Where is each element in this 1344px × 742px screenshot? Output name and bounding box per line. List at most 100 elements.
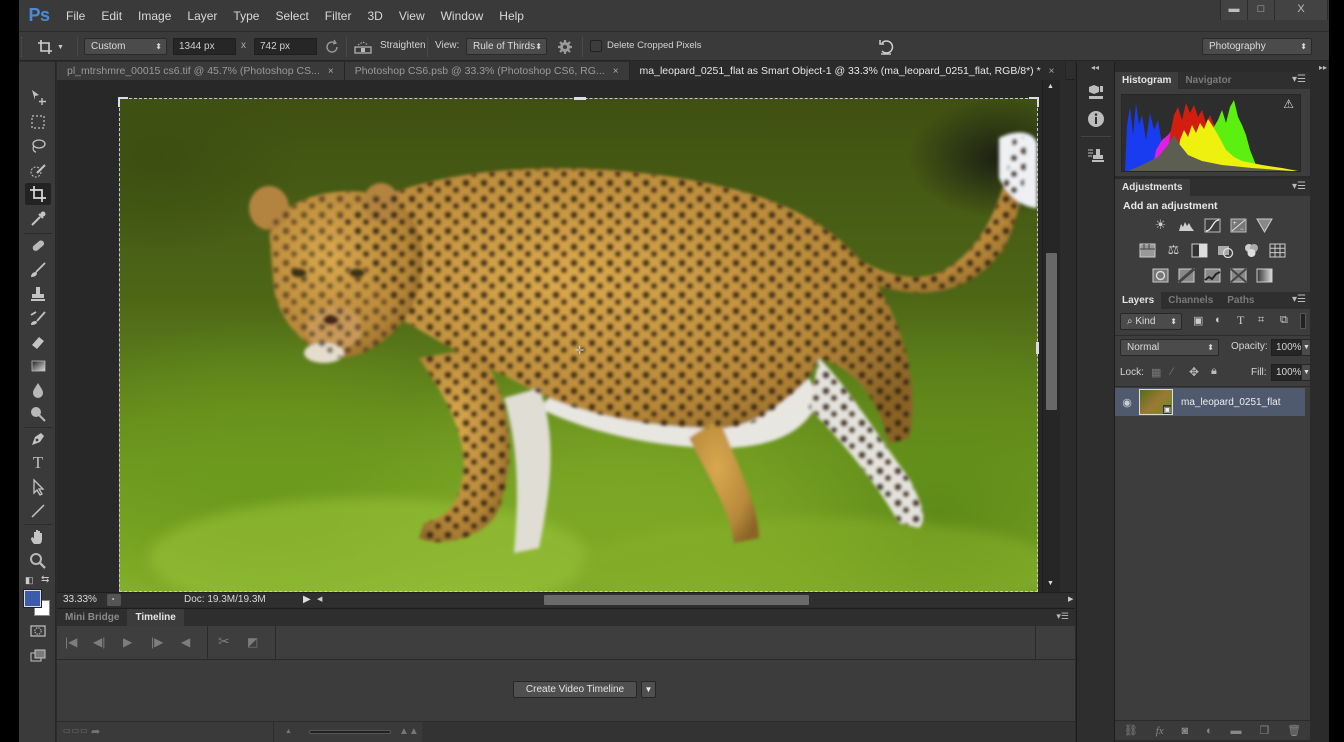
lasso-tool[interactable] [25,135,51,157]
hand-tool[interactable] [25,526,51,548]
tab-layers[interactable]: Layers [1115,292,1162,309]
blur-tool[interactable] [25,379,51,401]
panel-menu-icon[interactable]: ▾☰ [1056,611,1069,622]
create-video-timeline-button[interactable]: Create Video Timeline [513,681,637,698]
filter-smart-objects-icon[interactable]: ⧉ [1280,314,1288,327]
foreground-color-swatch[interactable] [23,589,42,608]
clone-source-panel-button[interactable] [1085,146,1107,166]
default-colors-button[interactable]: ◧ [25,575,34,586]
crop-options-button[interactable] [557,39,573,58]
move-tool[interactable] [25,86,51,108]
history-brush-tool[interactable] [25,307,51,329]
screen-mode-button[interactable] [25,645,51,667]
brightness-contrast-icon[interactable]: ☀ [1151,216,1171,234]
close-tab-icon[interactable]: × [613,66,619,77]
menu-select[interactable]: Select [267,9,316,23]
reset-crop-button[interactable] [877,38,895,59]
crop-tool[interactable] [25,183,51,205]
status-options-button[interactable]: ◔ [107,594,121,606]
straighten-button[interactable] [354,39,372,58]
gradient-map-icon[interactable] [1255,266,1275,284]
menu-type[interactable]: Type [225,9,267,23]
crop-height-input[interactable]: 742 px [254,38,317,55]
menu-view[interactable]: View [391,9,433,23]
path-selection-tool[interactable] [25,476,51,498]
delete-layer-trash-icon[interactable]: 🗑︎ [1287,724,1301,737]
expand-right-icon[interactable]: ▸▸ [1319,63,1327,72]
blend-mode-select[interactable]: Normal ⬍ [1120,339,1219,356]
menu-edit[interactable]: Edit [93,9,130,23]
warning-icon[interactable]: ⚠ [1283,97,1294,111]
minimize-button[interactable]: ▬ [1221,0,1248,20]
info-panel-button[interactable] [1085,109,1107,129]
vibrance-icon[interactable] [1255,216,1275,234]
play-icon[interactable]: ▶ [123,635,132,649]
crop-width-input[interactable]: 1344 px [173,38,236,55]
tab-histogram[interactable]: Histogram [1115,72,1179,89]
transition-icon[interactable]: ◩ [247,635,258,649]
scroll-left-arrow[interactable]: ◀ [317,595,322,603]
menu-file[interactable]: File [58,9,93,23]
quick-selection-tool[interactable] [25,160,51,182]
zoom-tool[interactable] [25,550,51,572]
vertical-scroll-thumb[interactable] [1046,253,1057,410]
visibility-eye-icon[interactable]: ◉ [1115,396,1139,409]
marquee-tool[interactable] [25,111,51,133]
type-tool[interactable]: T [25,452,51,474]
frames-icon[interactable]: ▭▭▭ [63,726,89,735]
link-layers-icon[interactable]: ⛓ [1124,724,1138,737]
next-frame-icon[interactable]: |▶ [151,635,163,649]
channel-mixer-icon[interactable] [1242,241,1262,259]
menu-layer[interactable]: Layer [179,9,225,23]
invert-icon[interactable] [1151,266,1171,284]
new-group-folder-icon[interactable]: ▬ [1231,725,1242,737]
black-white-icon[interactable] [1190,241,1210,259]
crop-tool-preset-picker[interactable]: ▼ [37,38,71,56]
exposure-icon[interactable]: + − [1229,216,1249,234]
close-button[interactable]: X [1275,0,1328,20]
threshold-icon[interactable] [1203,266,1223,284]
split-scissors-icon[interactable]: ✂ [218,633,230,650]
filter-adjustment-layers-icon[interactable]: ◐ [1215,314,1222,326]
scroll-down-arrow[interactable]: ▼ [1047,580,1054,587]
3d-panel-button[interactable] [1085,82,1107,102]
options-grip[interactable] [21,37,25,57]
layer-name[interactable]: ma_leopard_0251_flat [1181,397,1281,408]
overlay-view-select[interactable]: Rule of Thirds ⬍ [466,38,547,55]
close-tab-icon[interactable]: × [328,66,334,77]
dodge-tool[interactable] [25,403,51,425]
layer-style-fx-icon[interactable]: fx [1156,725,1164,737]
tab-timeline[interactable]: Timeline [127,609,184,626]
menu-window[interactable]: Window [433,9,492,23]
color-balance-icon[interactable]: ⚖ [1164,241,1184,259]
eyedropper-tool[interactable] [25,208,51,230]
straighten-label[interactable]: Straighten [380,40,426,51]
filter-shape-layers-icon[interactable]: ⌗ [1258,314,1264,327]
posterize-icon[interactable] [1177,266,1197,284]
panel-menu-icon[interactable]: ▾☰ [1292,294,1306,305]
tab-paths[interactable]: Paths [1220,292,1261,309]
gradient-tool[interactable] [25,355,51,377]
doc-tab-2[interactable]: Photoshop CS6.psb @ 33.3% (Photoshop CS6… [344,62,630,80]
maximize-button[interactable]: □ [1248,0,1275,20]
levels-icon[interactable] [1177,216,1197,234]
delete-cropped-label[interactable]: Delete Cropped Pixels [607,40,702,51]
menu-image[interactable]: Image [130,9,179,23]
zoom-out-mountains-icon[interactable]: ▲ [285,728,292,735]
menu-help[interactable]: Help [491,9,532,23]
pen-tool[interactable] [25,428,51,450]
vertical-scrollbar[interactable]: ▲ ▼ [1042,80,1060,592]
canvas-area[interactable]: ✛ [57,80,1060,592]
panel-menu-icon[interactable]: ▾☰ [1292,181,1306,192]
scroll-right-arrow[interactable]: ▶ [1068,595,1073,603]
new-layer-icon[interactable]: ❐ [1259,724,1269,737]
collapse-left-icon[interactable]: ◂◂ [1091,63,1099,72]
zoom-level[interactable]: 33.33% [63,594,97,605]
filter-toggle-switch[interactable] [1300,313,1306,329]
tab-mini-bridge[interactable]: Mini Bridge [57,609,127,626]
curves-icon[interactable] [1203,216,1223,234]
doc-tab-1[interactable]: pl_mtrshmre_00015 cs6.tif @ 45.7% (Photo… [57,62,345,80]
lock-all-icon[interactable]: 🔒︎ [1211,365,1217,378]
swap-colors-button[interactable]: ⇆ [41,574,49,585]
timeline-type-dropdown[interactable]: ▼ [641,681,656,698]
